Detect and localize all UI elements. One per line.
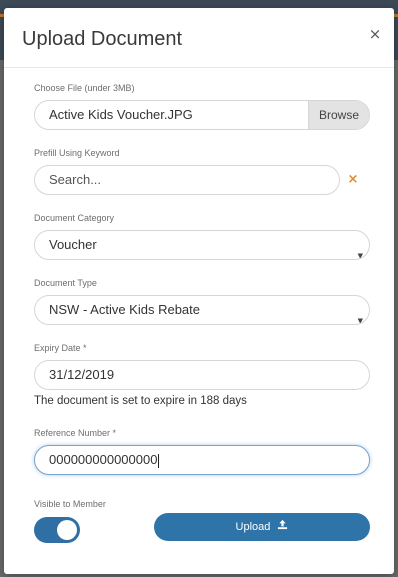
expiry-date-input[interactable]: 31/12/2019 [34, 360, 370, 390]
file-name-value: Active Kids Voucher.JPG [49, 107, 193, 122]
document-category-label: Document Category [34, 213, 115, 223]
chevron-down-icon: ▼ [357, 252, 363, 260]
upload-button-label: Upload [235, 521, 271, 533]
chevron-down-icon: ▼ [357, 317, 363, 325]
document-category-select[interactable]: Voucher ▼ [34, 230, 370, 260]
browse-button[interactable]: Browse [308, 101, 369, 129]
document-type-value: NSW - Active Kids Rebate [49, 302, 200, 317]
choose-file-label: Choose File (under 3MB) [34, 83, 135, 93]
text-cursor [158, 453, 160, 468]
upload-button[interactable]: Upload [154, 513, 370, 541]
modal-header: Upload Document × [4, 8, 394, 68]
reference-number-value: 000000000000000 [49, 452, 158, 467]
expiry-date-label: Expiry Date * [34, 343, 87, 353]
modal-title: Upload Document [22, 28, 183, 50]
upload-icon [277, 513, 288, 541]
expiry-note: The document is set to expire in 188 day… [34, 395, 247, 407]
reference-number-label: Reference Number * [34, 428, 117, 438]
prefill-keyword-label: Prefill Using Keyword [34, 148, 120, 158]
document-type-select[interactable]: NSW - Active Kids Rebate ▼ [34, 295, 370, 325]
visible-to-member-toggle[interactable] [34, 517, 80, 543]
document-type-label: Document Type [34, 278, 97, 288]
reference-number-input[interactable]: 000000000000000 [34, 445, 370, 475]
keyword-search-input[interactable]: Search... [34, 165, 340, 195]
close-icon[interactable]: × [366, 25, 384, 43]
file-input[interactable]: Active Kids Voucher.JPG Browse [34, 100, 370, 130]
document-category-value: Voucher [49, 237, 97, 252]
toggle-knob [57, 520, 77, 540]
visible-to-member-label: Visible to Member [34, 499, 106, 509]
clear-search-icon[interactable]: × [346, 173, 360, 187]
upload-document-modal: Upload Document × Choose File (under 3MB… [4, 8, 394, 574]
